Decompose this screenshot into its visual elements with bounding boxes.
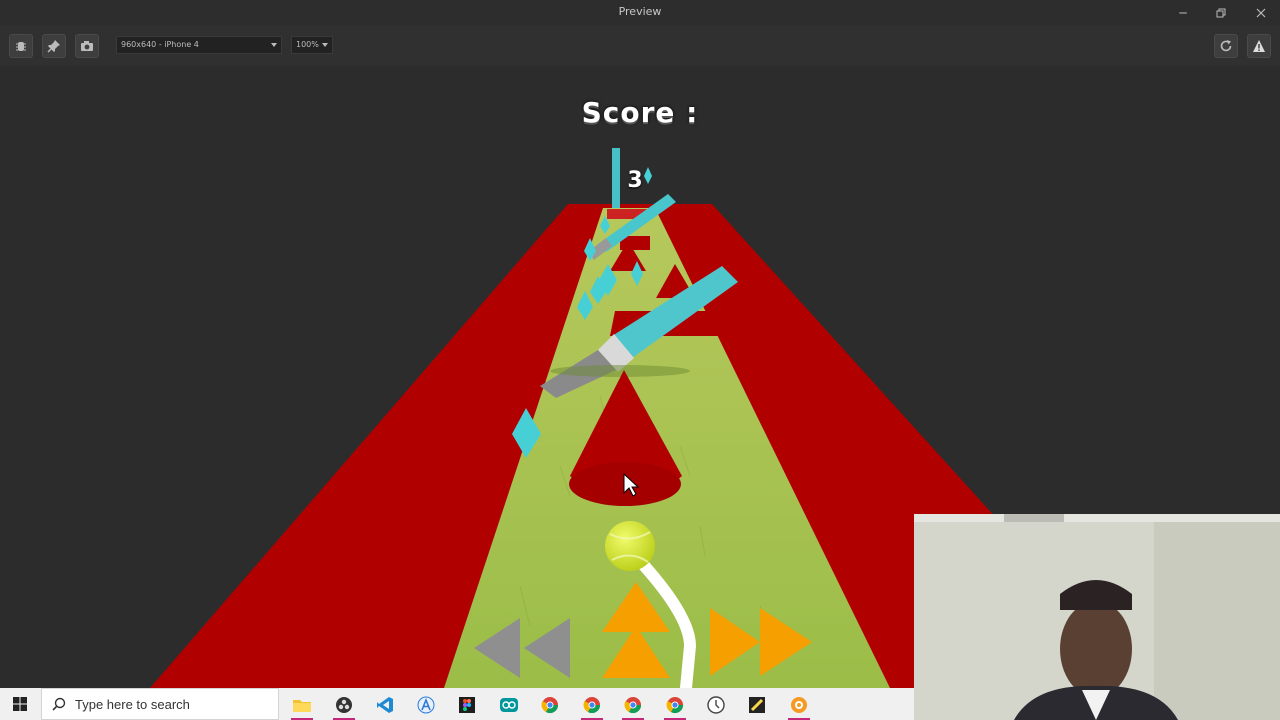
windows-logo-icon [13,697,27,711]
app-orange-icon [791,697,807,713]
taskbar-arduino[interactable] [492,692,526,718]
taskbar-search[interactable]: Type here to search [41,688,279,720]
minimize-icon: ─ [1179,5,1187,20]
pin-icon [47,40,60,53]
zoom-select[interactable]: 100% [291,36,333,54]
window-titlebar: Preview ─ [0,0,1280,25]
taskbar-app-a[interactable] [409,692,443,718]
warning-icon [1253,40,1265,52]
device-select[interactable]: 960x640 - iPhone 4 [116,36,282,54]
minimize-button[interactable]: ─ [1164,0,1202,25]
taskbar-chrome-4[interactable] [658,692,692,720]
knife-shadow [550,365,690,377]
taskbar-chrome[interactable] [533,692,567,718]
pin-button[interactable] [42,34,66,58]
preview-toolbar: 960x640 - iPhone 4 100% [0,25,1280,66]
zoom-select-value: 100% [296,40,319,49]
distant-pillar [612,148,620,208]
search-icon [52,697,66,711]
chrome-icon [624,697,642,714]
folder-icon [293,700,311,712]
reload-icon [1220,40,1232,52]
screen: Preview ─ 960x640 - iPhone 4 100% Score … [0,0,1280,720]
device-select-value: 960x640 - iPhone 4 [121,40,199,49]
chevron-down-icon [271,43,277,47]
camera-icon [81,41,93,51]
obs-icon [336,697,352,713]
taskbar-figma[interactable] [450,692,484,718]
clock-icon [707,696,725,714]
figma-icon [459,697,475,713]
search-placeholder: Type here to search [75,696,190,712]
windows-taskbar: Type here to search [0,688,914,720]
webcam-presenter-image [914,514,1280,720]
vscode-icon [377,697,393,713]
sticky-notes-icon [749,697,765,713]
debug-button[interactable] [9,34,33,58]
tennis-ball [605,521,655,571]
taskbar-clock-app[interactable] [699,692,733,718]
restore-button[interactable] [1202,0,1240,25]
score-label: Score : [581,96,699,129]
taskbar-chrome-2[interactable] [575,692,609,720]
chrome-icon [666,697,684,714]
taskbar-app-orange[interactable] [782,692,816,720]
close-icon [1256,8,1266,17]
start-button[interactable] [0,688,40,720]
taskbar-vscode[interactable] [368,692,402,718]
reload-button[interactable] [1214,34,1238,58]
chrome-icon [583,697,601,714]
window-title: Preview [618,5,662,18]
chevron-down-icon [322,43,328,47]
chrome-icon [541,697,559,714]
taskbar-obs[interactable] [327,692,361,720]
score-value: 3 [627,168,643,193]
taskbar-sticky-notes[interactable] [740,692,774,718]
warnings-button[interactable] [1247,34,1271,58]
app-a-icon [417,696,435,714]
restore-icon [1216,8,1226,17]
taskbar-chrome-3[interactable] [616,692,650,720]
screenshot-button[interactable] [75,34,99,58]
bug-icon [16,42,26,51]
arduino-icon [500,698,518,712]
close-button[interactable] [1242,0,1280,25]
taskbar-file-explorer[interactable] [285,692,319,720]
webcam-overlay [914,514,1280,720]
